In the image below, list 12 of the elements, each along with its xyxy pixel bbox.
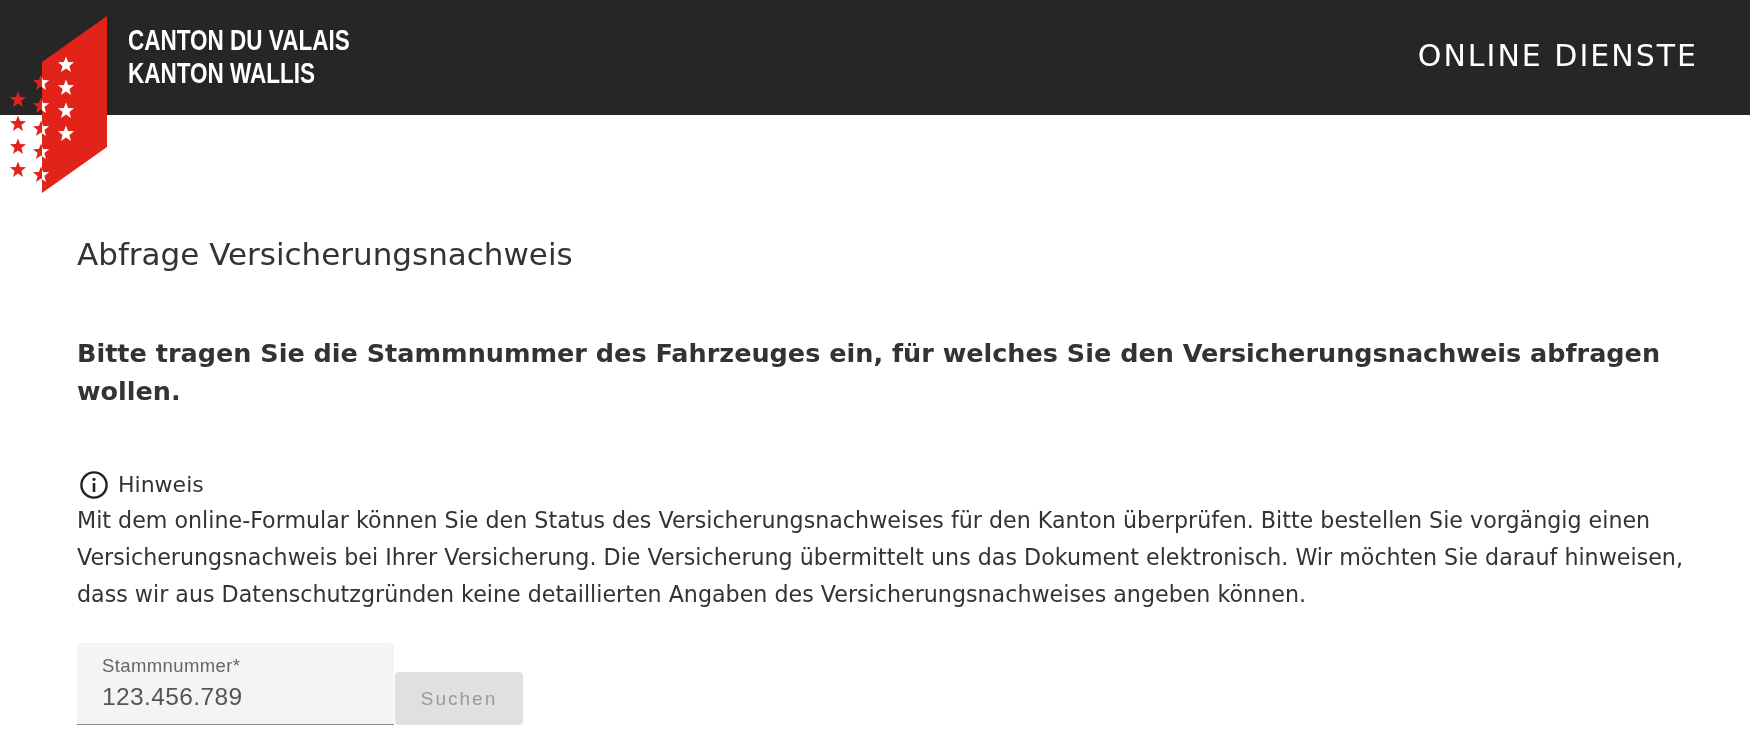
stammnummer-field[interactable]: Stammnummer* 123.456.789 (77, 643, 394, 725)
instruction-text: Bitte tragen Sie die Stammnummer des Fahrzeuges ein, für welches Sie den Versicherungsnachweis abfragen wollen. (77, 337, 1662, 408)
page-title: Abfrage Versicherungsnachweis (77, 235, 573, 274)
logo-text: CANTON DU VALAIS (128, 23, 350, 56)
field-label: Stammnummer* (102, 655, 241, 677)
field-value: 123.456.789 (102, 682, 243, 712)
star-banner-icon (9, 15, 108, 194)
logo-text: KANTON WALLIS (128, 56, 316, 89)
info-icon (80, 471, 108, 499)
notice-text: Mit dem online-Formular können Sie den Status des Versicherungsnachweises für den Kanton überprüfen. Bitte bestellen Sie vorgängig einen Versicherungsnachweis bei Ihrer Versicherung. Die Versicherung übermittelt uns das Dokument elektronisch. Wir möchten Sie darauf hinweisen, dass wir aus Datenschutzgründen keine detaillierten Angaben des Versicherungsnachweises angeben können. (77, 506, 1684, 609)
notice-label: Hinweis (118, 471, 204, 499)
site-title: ONLINE DIENSTE (1417, 38, 1698, 74)
